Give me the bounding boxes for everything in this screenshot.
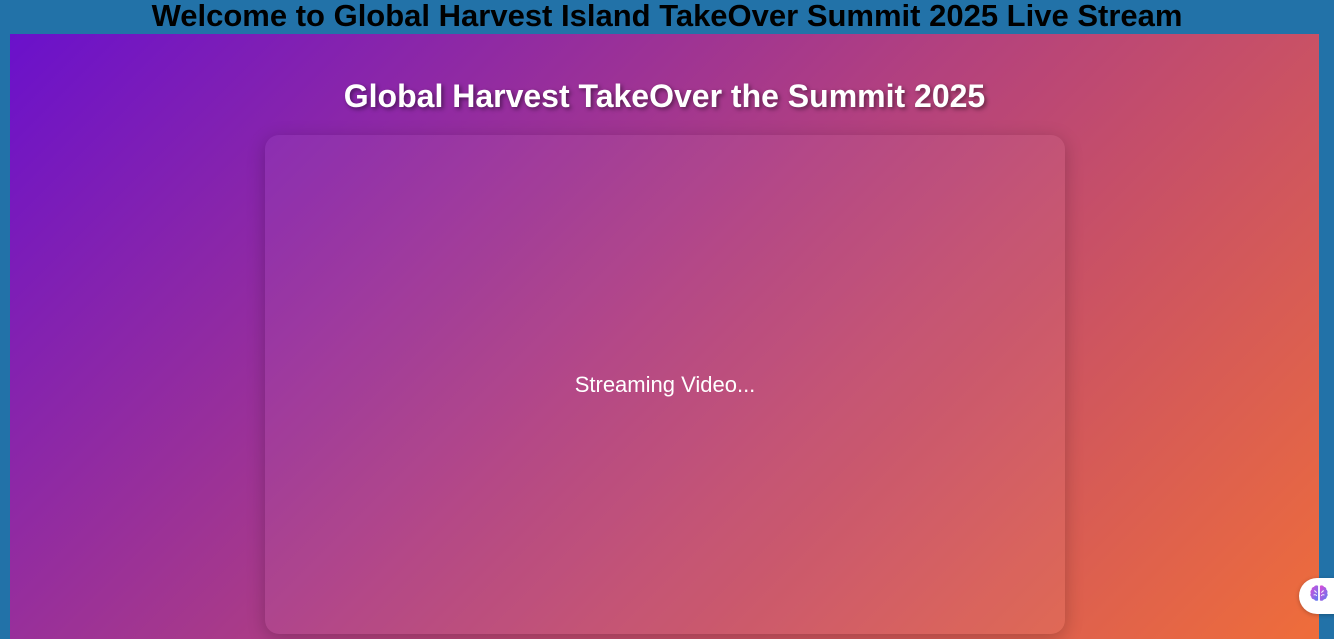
video-player[interactable]: Streaming Video... [265, 135, 1065, 634]
brain-icon [1308, 583, 1330, 610]
assistant-widget-button[interactable] [1299, 578, 1334, 614]
stream-stage: Global Harvest TakeOver the Summit 2025 … [10, 34, 1319, 639]
video-status-text: Streaming Video... [574, 371, 756, 397]
page-banner-title: Welcome to Global Harvest Island TakeOve… [151, 0, 1183, 33]
stream-heading: Global Harvest TakeOver the Summit 2025 [343, 78, 986, 114]
